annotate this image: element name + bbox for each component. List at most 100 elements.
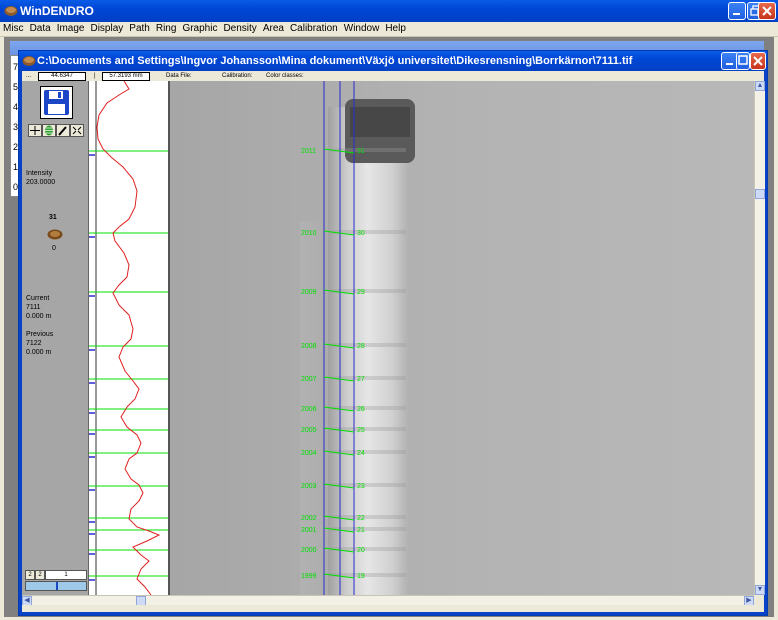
ring-year-label: 2007	[301, 376, 317, 383]
crosshair-tool-button[interactable]	[28, 124, 42, 137]
previous-id: 7122	[26, 340, 42, 347]
density-profile-panel[interactable]	[89, 80, 170, 596]
ring-year-label: 2005	[301, 427, 317, 434]
scroll-up-button[interactable]: ▲	[755, 81, 765, 91]
mdi-client-area: 7 5 4 3 2 1 0 C:\Documents and Settings\…	[4, 37, 774, 617]
app-titlebar[interactable]: WinDENDRO	[0, 0, 778, 22]
ring-year-label: 1999	[301, 573, 317, 580]
crosshair-icon	[30, 126, 40, 135]
ring-year-label: 2008	[301, 343, 317, 350]
menu-density[interactable]: Density	[220, 22, 259, 35]
ring-year-label: 2002	[301, 515, 317, 522]
intensity-value: 203.0000	[26, 179, 56, 186]
document-icon	[22, 56, 36, 66]
doc-close-button[interactable]	[750, 52, 766, 70]
windendro-app-icon	[4, 6, 18, 16]
tool-panel: Intensity 203.0000 31 0 Current 7111 0.0…	[22, 81, 89, 595]
density-profile-graph	[89, 80, 168, 596]
ring-index-label: 31	[357, 148, 365, 155]
menu-help[interactable]: Help	[382, 22, 409, 35]
ring-year-label: 2000	[301, 547, 317, 554]
info-bar: ... 44.6347 | 57.3193 mm Data File: Cali…	[22, 71, 764, 81]
windendro-window: WinDENDRO Misc Data Image Display Path Ring Gr…	[0, 0, 778, 620]
current-position: 0.000 m	[26, 313, 52, 320]
close-button[interactable]	[758, 2, 776, 20]
ring-index-label: 19	[357, 573, 365, 580]
status-row	[22, 605, 764, 612]
ring-index-label: 24	[357, 450, 365, 457]
wood-core-image: 2011 31 2010 30 2009 29 2008 28 2007 27 2006 26 2005…	[170, 81, 754, 595]
menu-graphic[interactable]: Graphic	[179, 22, 220, 35]
ring-marker-icon	[45, 125, 53, 136]
floppy-disk-icon	[44, 90, 69, 115]
field-separator: |	[94, 73, 96, 79]
bottom-field-b[interactable]: 2	[35, 570, 45, 580]
menu-misc[interactable]: Misc	[0, 22, 27, 35]
close-icon	[762, 6, 772, 16]
bottom-field-c[interactable]: 1	[45, 570, 87, 580]
ring-index-label: 29	[357, 289, 365, 296]
previous-label: Previous	[26, 331, 54, 338]
app-title: WinDENDRO	[20, 4, 94, 18]
vertical-scroll-thumb[interactable]	[755, 189, 765, 199]
ring-index-label: 30	[357, 230, 365, 237]
previous-position: 0.000 m	[26, 349, 52, 356]
ring-tool-button[interactable]	[42, 124, 56, 137]
menu-area[interactable]: Area	[260, 22, 287, 35]
menu-image[interactable]: Image	[54, 22, 88, 35]
zoom-tool-button[interactable]	[70, 124, 84, 137]
minimize-button[interactable]	[728, 2, 746, 20]
menu-ring[interactable]: Ring	[153, 22, 180, 35]
ring-year-label: 2004	[301, 450, 317, 457]
minimize-icon	[733, 13, 740, 15]
menu-calibration[interactable]: Calibration	[287, 22, 341, 35]
image-background	[170, 81, 754, 595]
close-icon	[753, 56, 763, 66]
menu-path[interactable]: Path	[126, 22, 153, 35]
field1-prefix: ...	[26, 73, 32, 79]
menu-window[interactable]: Window	[341, 22, 383, 35]
maximize-icon	[738, 55, 748, 65]
ring-year-label: 2001	[301, 527, 317, 534]
intensity-label: Intensity	[26, 170, 53, 177]
ring-index-label: 20	[357, 547, 365, 554]
save-button[interactable]	[40, 86, 73, 119]
distance-field[interactable]: 57.3193 mm	[102, 72, 150, 81]
menu-bar: Misc Data Image Display Path Ring Graphic Densi…	[0, 22, 778, 37]
ring-index-label: 26	[357, 406, 365, 413]
pencil-icon	[58, 126, 67, 136]
core-image-viewport[interactable]: 2011 31 2010 30 2009 29 2008 28 2007 27 2006 26 2005…	[170, 81, 754, 595]
current-label: Current	[26, 295, 50, 302]
ring-index-label: 27	[357, 376, 365, 383]
ring-count: 31	[49, 214, 57, 221]
color-scale-bar	[25, 581, 87, 591]
document-titlebar[interactable]: C:\Documents and Settings\Ingvor Johanss…	[19, 51, 767, 71]
ring-year-label: 2011	[301, 148, 316, 155]
scroll-down-button[interactable]: ▼	[755, 585, 765, 595]
ring-year-label: 2003	[301, 483, 317, 490]
image-document-window: C:\Documents and Settings\Ingvor Johanss…	[18, 50, 768, 616]
ring-index-label: 28	[357, 343, 365, 350]
color-classes-label: Color classes:	[266, 73, 304, 79]
position-field[interactable]: 44.6347	[38, 72, 86, 81]
document-body: ... 44.6347 | 57.3193 mm Data File: Cali…	[22, 71, 765, 612]
ring-year-label: 2006	[301, 406, 317, 413]
zoom-icon	[72, 126, 82, 135]
ring-index-label: 21	[357, 527, 365, 534]
ring-zero: 0	[52, 245, 56, 252]
doc-maximize-button[interactable]	[736, 52, 750, 70]
document-title: C:\Documents and Settings\Ingvor Johanss…	[37, 55, 633, 67]
ring-index-label: 22	[357, 515, 365, 522]
wood-core-icon	[47, 229, 63, 240]
menu-display[interactable]: Display	[87, 22, 126, 35]
menu-data[interactable]: Data	[27, 22, 54, 35]
pencil-tool-button[interactable]	[56, 124, 70, 137]
ring-year-label: 2009	[301, 289, 317, 296]
current-id: 7111	[26, 304, 41, 311]
ring-year-label: 2010	[301, 230, 317, 237]
vertical-scrollbar[interactable]: ▲ ▼	[754, 81, 765, 595]
calibration-label: Calibration:	[222, 73, 253, 79]
data-file-label: Data File:	[166, 73, 192, 79]
core-top-dark	[350, 107, 410, 137]
bottom-field-a[interactable]: 2	[25, 570, 35, 580]
